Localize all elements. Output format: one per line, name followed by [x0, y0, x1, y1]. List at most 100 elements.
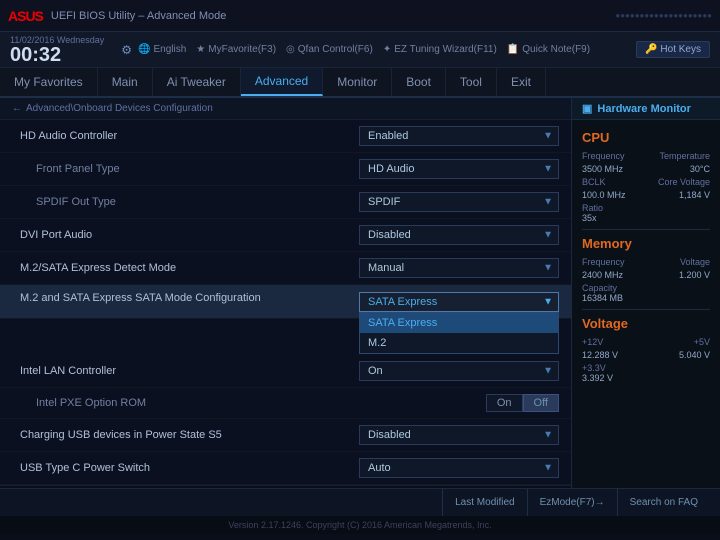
- pxe-on-button[interactable]: On: [486, 394, 523, 412]
- gear-icon[interactable]: ⚙: [121, 43, 132, 57]
- cpu-frequency-value: 3500 MHz: [582, 164, 623, 174]
- nav-exit[interactable]: Exit: [497, 68, 546, 96]
- intel-lan-value[interactable]: On ▼: [359, 361, 559, 381]
- copyright-text: Version 2.17.1246. Copyright (C) 2016 Am…: [228, 520, 491, 530]
- pxe-off-button[interactable]: Off: [523, 394, 559, 412]
- nav-bar: My Favorites Main Ai Tweaker Advanced Mo…: [0, 68, 720, 98]
- info-footer: i M.2 shares SATA mode with SATA Express…: [0, 485, 571, 488]
- m2-sata-mode-row: M.2 and SATA Express SATA Mode Configura…: [0, 285, 571, 319]
- sata-express-option[interactable]: SATA Express: [360, 313, 558, 333]
- memory-capacity-label: Capacity: [582, 283, 710, 293]
- front-panel-value[interactable]: HD Audio ▼: [359, 159, 559, 179]
- hd-audio-label: HD Audio Controller: [20, 130, 359, 142]
- charging-usb-label: Charging USB devices in Power State S5: [20, 429, 359, 441]
- left-panel: ← Advanced\Onboard Devices Configuration…: [0, 98, 572, 488]
- nav-monitor[interactable]: Monitor: [323, 68, 392, 96]
- favorites-label: MyFavorite(F3): [208, 44, 276, 55]
- cpu-temperature-label: Temperature: [659, 151, 710, 161]
- cpu-bclk-label: BCLK: [582, 177, 606, 187]
- m2-option[interactable]: M.2: [360, 333, 558, 353]
- usb-typec-value[interactable]: Auto ▼: [359, 458, 559, 478]
- copyright-bar: Version 2.17.1246. Copyright (C) 2016 Am…: [0, 516, 720, 534]
- m2-sata-mode-label: M.2 and SATA Express SATA Mode Configura…: [20, 292, 359, 304]
- language-selector[interactable]: 🌐 English: [138, 44, 186, 55]
- v12-value: 12.288 V: [582, 350, 618, 360]
- note-icon: 📋: [507, 44, 519, 55]
- nav-ai-tweaker[interactable]: Ai Tweaker: [153, 68, 241, 96]
- spdif-out-value[interactable]: SPDIF ▼: [359, 192, 559, 212]
- cpu-core-voltage-value: 1,184 V: [679, 190, 710, 200]
- memory-freq-volt-values: 2400 MHz 1.200 V: [582, 270, 710, 280]
- usb-typec-label: USB Type C Power Switch: [20, 462, 359, 474]
- search-faq-button[interactable]: Search on FAQ: [617, 489, 710, 516]
- quick-note-btn[interactable]: 📋 Quick Note(F9): [507, 44, 590, 55]
- nav-my-favorites[interactable]: My Favorites: [0, 68, 98, 96]
- right-panel: ▣ Hardware Monitor CPU Frequency Tempera…: [572, 98, 720, 488]
- v5-value: 5.040 V: [679, 350, 710, 360]
- monitor-icon: ▣: [582, 102, 592, 115]
- top-bar: ASUS UEFI BIOS Utility – Advanced Mode ●…: [0, 0, 720, 32]
- star-icon: ★: [196, 44, 205, 55]
- m2-sata-detect-value[interactable]: Manual ▼: [359, 258, 559, 278]
- hot-keys-button[interactable]: 🔑 Hot Keys: [636, 41, 710, 58]
- qfan-btn[interactable]: ◎ Qfan Control(F6): [286, 44, 373, 55]
- charging-usb-row: Charging USB devices in Power State S5 D…: [0, 419, 571, 452]
- ez-mode-button[interactable]: EzMode(F7)→: [527, 489, 617, 516]
- hw-monitor-content: CPU Frequency Temperature 3500 MHz 30°C …: [572, 120, 720, 392]
- charging-usb-value[interactable]: Disabled ▼: [359, 425, 559, 445]
- cpu-core-voltage-label: Core Voltage: [658, 177, 710, 187]
- memory-frequency-value: 2400 MHz: [582, 270, 623, 280]
- intel-pxe-label: Intel PXE Option ROM: [36, 397, 486, 409]
- dvi-port-value[interactable]: Disabled ▼: [359, 225, 559, 245]
- quick-note-label: Quick Note(F9): [522, 44, 590, 55]
- usb-typec-dropdown[interactable]: Auto: [359, 458, 559, 478]
- breadcrumb-path: Advanced\Onboard Devices Configuration: [26, 103, 213, 114]
- intel-lan-row: Intel LAN Controller On ▼: [0, 355, 571, 388]
- top-right-icons: ●●●●●●●●●●●●●●●●●●●●: [615, 11, 712, 20]
- front-panel-type-row: Front Panel Type HD Audio ▼: [0, 153, 571, 186]
- back-arrow-icon[interactable]: ←: [12, 103, 22, 114]
- info-bar: 11/02/2016 Wednesday 00:32 ⚙ 🌐 English ★…: [0, 32, 720, 68]
- cpu-freq-temp-values: 3500 MHz 30°C: [582, 164, 710, 174]
- cpu-frequency-label: Frequency: [582, 151, 625, 161]
- language-label: English: [153, 44, 186, 55]
- front-panel-dropdown[interactable]: HD Audio: [359, 159, 559, 179]
- front-panel-label: Front Panel Type: [36, 163, 359, 175]
- charging-usb-dropdown[interactable]: Disabled: [359, 425, 559, 445]
- favorites-btn[interactable]: ★ MyFavorite(F3): [196, 44, 276, 55]
- cpu-section-title: CPU: [582, 130, 710, 145]
- m2-sata-mode-menu: SATA Express M.2: [359, 312, 559, 354]
- nav-advanced[interactable]: Advanced: [241, 68, 323, 96]
- dvi-port-dropdown[interactable]: Disabled: [359, 225, 559, 245]
- memory-voltage-label: Voltage: [680, 257, 710, 267]
- info-icons: 🌐 English ★ MyFavorite(F3) ◎ Qfan Contro…: [138, 44, 590, 55]
- last-modified-button[interactable]: Last Modified: [442, 489, 526, 516]
- nav-boot[interactable]: Boot: [392, 68, 446, 96]
- intel-lan-dropdown[interactable]: On: [359, 361, 559, 381]
- bios-title: UEFI BIOS Utility – Advanced Mode: [51, 10, 226, 22]
- hd-audio-value[interactable]: Enabled ▼: [359, 126, 559, 146]
- voltage-12v-5v-labels: +12V +5V: [582, 337, 710, 347]
- dvi-port-audio-row: DVI Port Audio Disabled ▼: [0, 219, 571, 252]
- spdif-out-dropdown[interactable]: SPDIF: [359, 192, 559, 212]
- m2-sata-mode-value[interactable]: SATA Express ▼: [359, 292, 559, 312]
- config-list: HD Audio Controller Enabled ▼ Front Pane…: [0, 120, 571, 485]
- cpu-bclk-coreV-values: 100.0 MHz 1,184 V: [582, 190, 710, 200]
- hd-audio-dropdown[interactable]: Enabled: [359, 126, 559, 146]
- intel-pxe-toggle[interactable]: On Off: [486, 394, 559, 412]
- nav-main[interactable]: Main: [98, 68, 153, 96]
- fan-icon: ◎: [286, 44, 295, 55]
- voltage-section-title: Voltage: [582, 316, 710, 331]
- intel-pxe-row: Intel PXE Option ROM On Off: [0, 388, 571, 419]
- nav-tool[interactable]: Tool: [446, 68, 497, 96]
- memory-capacity-value: 16384 MB: [582, 293, 710, 303]
- ez-tuning-btn[interactable]: ✦ EZ Tuning Wizard(F11): [383, 44, 497, 55]
- asus-logo: ASUS: [8, 8, 43, 24]
- date-text: 11/02/2016 Wednesday: [10, 35, 104, 45]
- v33-value: 3.392 V: [582, 373, 710, 383]
- m2-sata-mode-container[interactable]: SATA Express ▼ SATA Express M.2: [359, 292, 559, 312]
- v5-label: +5V: [694, 337, 710, 347]
- spdif-out-label: SPDIF Out Type: [36, 196, 359, 208]
- memory-section-title: Memory: [582, 236, 710, 251]
- m2-sata-detect-dropdown[interactable]: Manual: [359, 258, 559, 278]
